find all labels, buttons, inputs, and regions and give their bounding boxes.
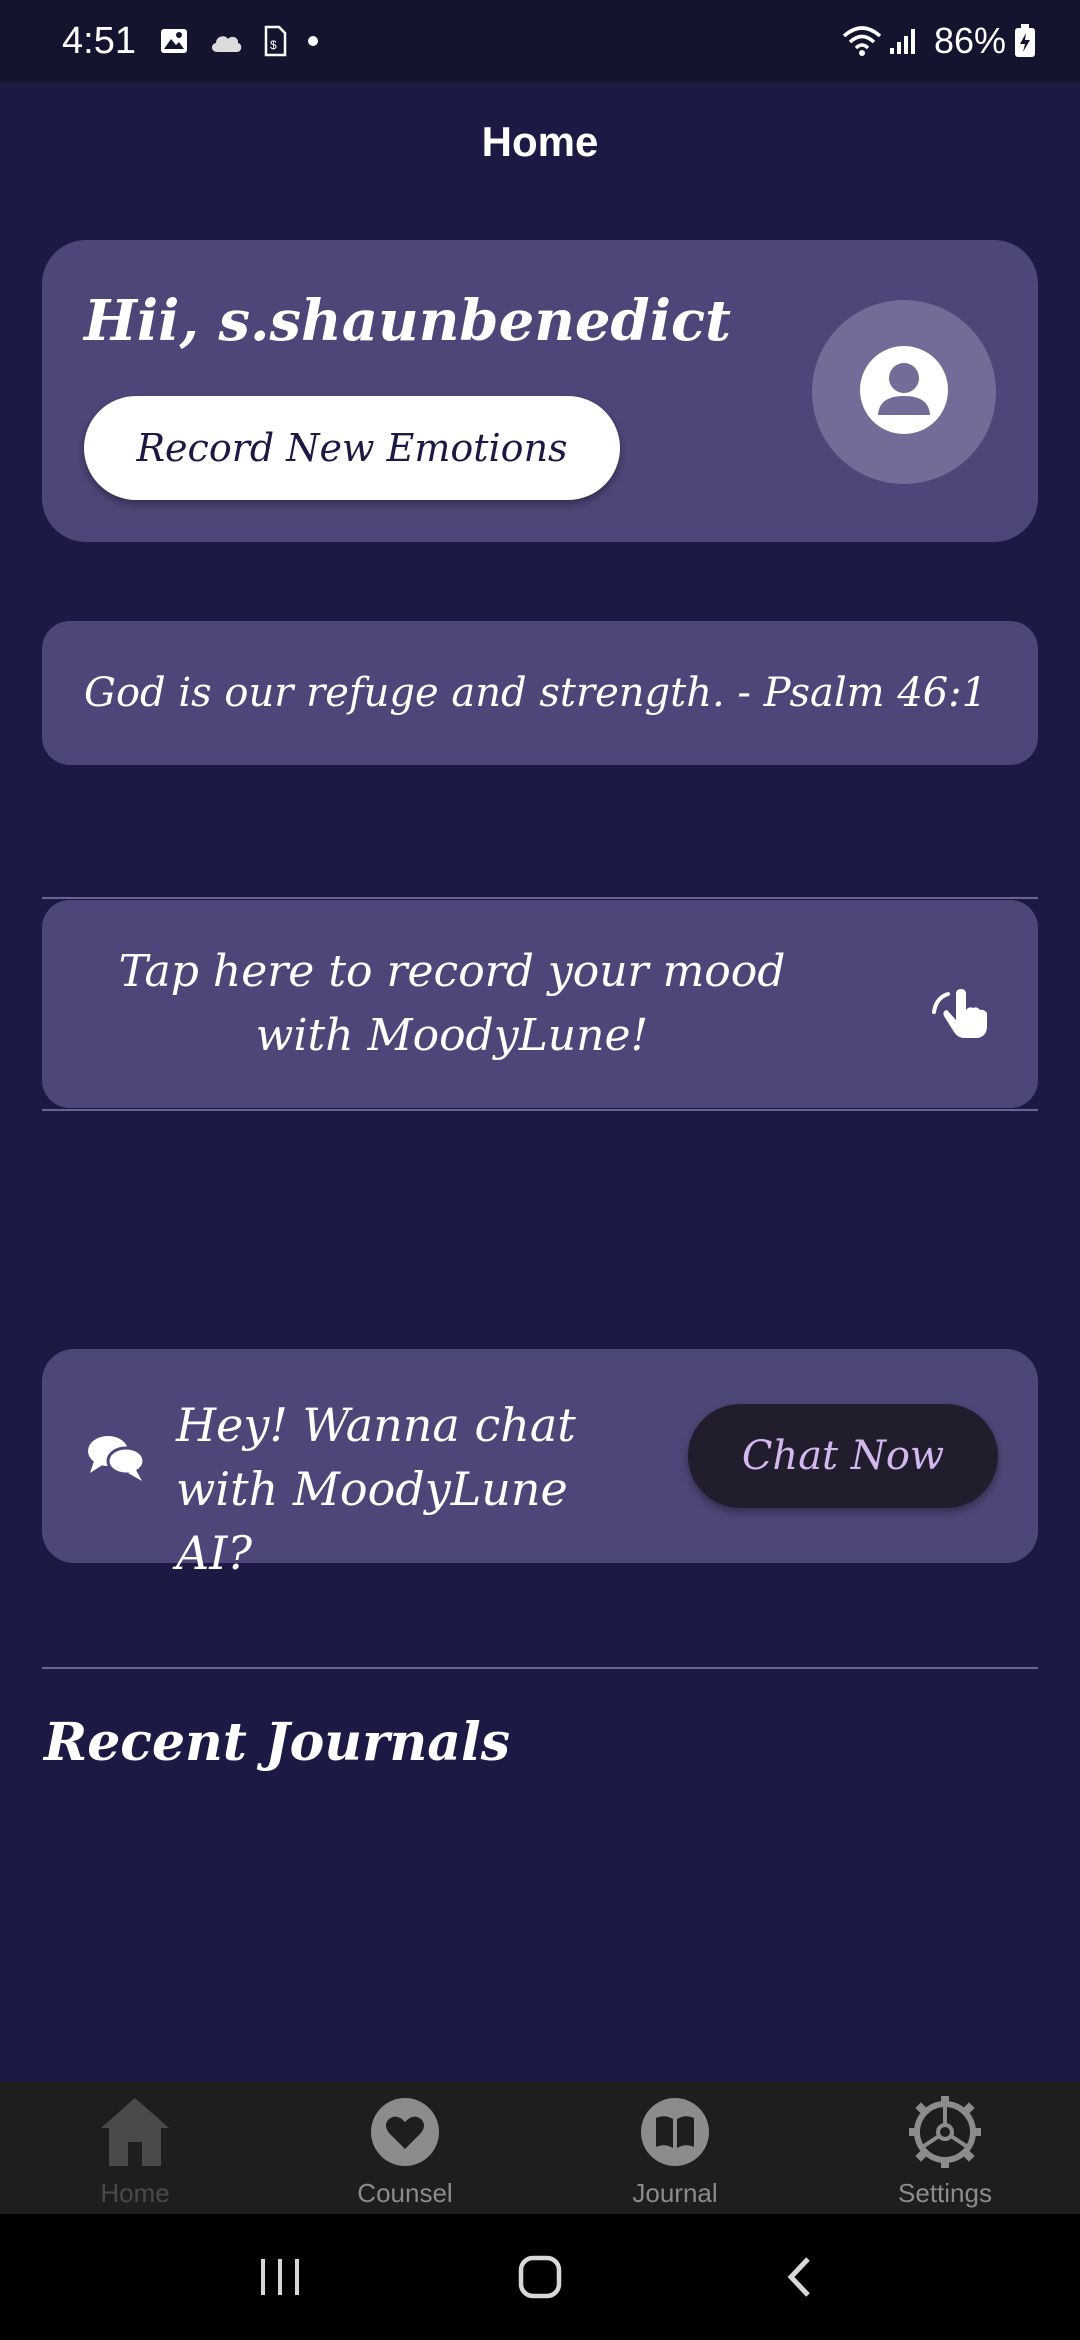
tap-hand-icon	[930, 976, 996, 1042]
nav-item-journal[interactable]: Journal	[540, 2082, 810, 2214]
nav-item-counsel[interactable]: Counsel	[270, 2082, 540, 2214]
dot-icon	[306, 34, 320, 48]
heart-icon	[367, 2094, 443, 2170]
settings-icon	[907, 2094, 983, 2170]
recent-journals-heading: Recent Journals	[44, 1712, 510, 1773]
greeting-card: Hii, s.shaunbenedict Record New Emotions	[42, 240, 1038, 542]
divider	[42, 897, 1038, 899]
record-new-emotions-button[interactable]: Record New Emotions	[84, 396, 620, 500]
home-icon	[97, 2094, 173, 2170]
book-icon	[637, 2094, 713, 2170]
divider	[42, 1109, 1038, 1111]
chat-prompt-text: Hey! Wanna chat with MoodyLune AI?	[176, 1398, 576, 1580]
page-title: Home	[481, 118, 599, 165]
system-nav-bar	[0, 2214, 1080, 2340]
cloud-icon	[208, 28, 244, 54]
app-bar: Home	[0, 82, 1080, 202]
battery-icon	[1014, 24, 1036, 58]
nav-item-home[interactable]: Home	[0, 2082, 270, 2214]
nav-item-settings[interactable]: Settings	[810, 2082, 1080, 2214]
avatar[interactable]	[812, 300, 996, 484]
chat-bubbles-icon	[86, 1433, 146, 1483]
quote-card: God is our refuge and strength. - Psalm …	[42, 621, 1038, 765]
nav-label: Journal	[632, 2178, 718, 2208]
bottom-nav: Home Counsel Journal Settings	[0, 2082, 1080, 2214]
person-icon	[859, 345, 949, 440]
home-system-icon[interactable]	[500, 2237, 580, 2317]
record-mood-text: Tap here to record your mood with MoodyL…	[118, 946, 786, 1061]
sim-icon: $	[262, 25, 288, 57]
nav-label: Counsel	[357, 2178, 453, 2208]
nav-label: Settings	[898, 2178, 992, 2208]
battery-percent: 86%	[933, 20, 1006, 61]
chat-card: Hey! Wanna chat with MoodyLune AI? Chat …	[42, 1349, 1038, 1580]
signal-icon	[888, 26, 918, 56]
status-bar: 4:51 $ 86%	[0, 0, 1080, 82]
status-time: 4:51	[62, 19, 136, 62]
greeting-text: Hii, s.shaunbenedict	[84, 288, 731, 354]
wifi-icon	[842, 24, 882, 58]
gallery-icon	[158, 25, 190, 57]
quote-text: God is our refuge and strength. - Psalm …	[84, 670, 988, 716]
back-icon[interactable]	[760, 2237, 840, 2317]
recent-apps-icon[interactable]	[240, 2237, 320, 2317]
chat-now-button[interactable]: Chat Now	[688, 1404, 998, 1508]
divider	[42, 1667, 1038, 1669]
nav-label: Home	[100, 2178, 170, 2208]
record-mood-card[interactable]: Tap here to record your mood with MoodyL…	[42, 900, 1038, 1108]
svg-text:$: $	[270, 38, 277, 52]
